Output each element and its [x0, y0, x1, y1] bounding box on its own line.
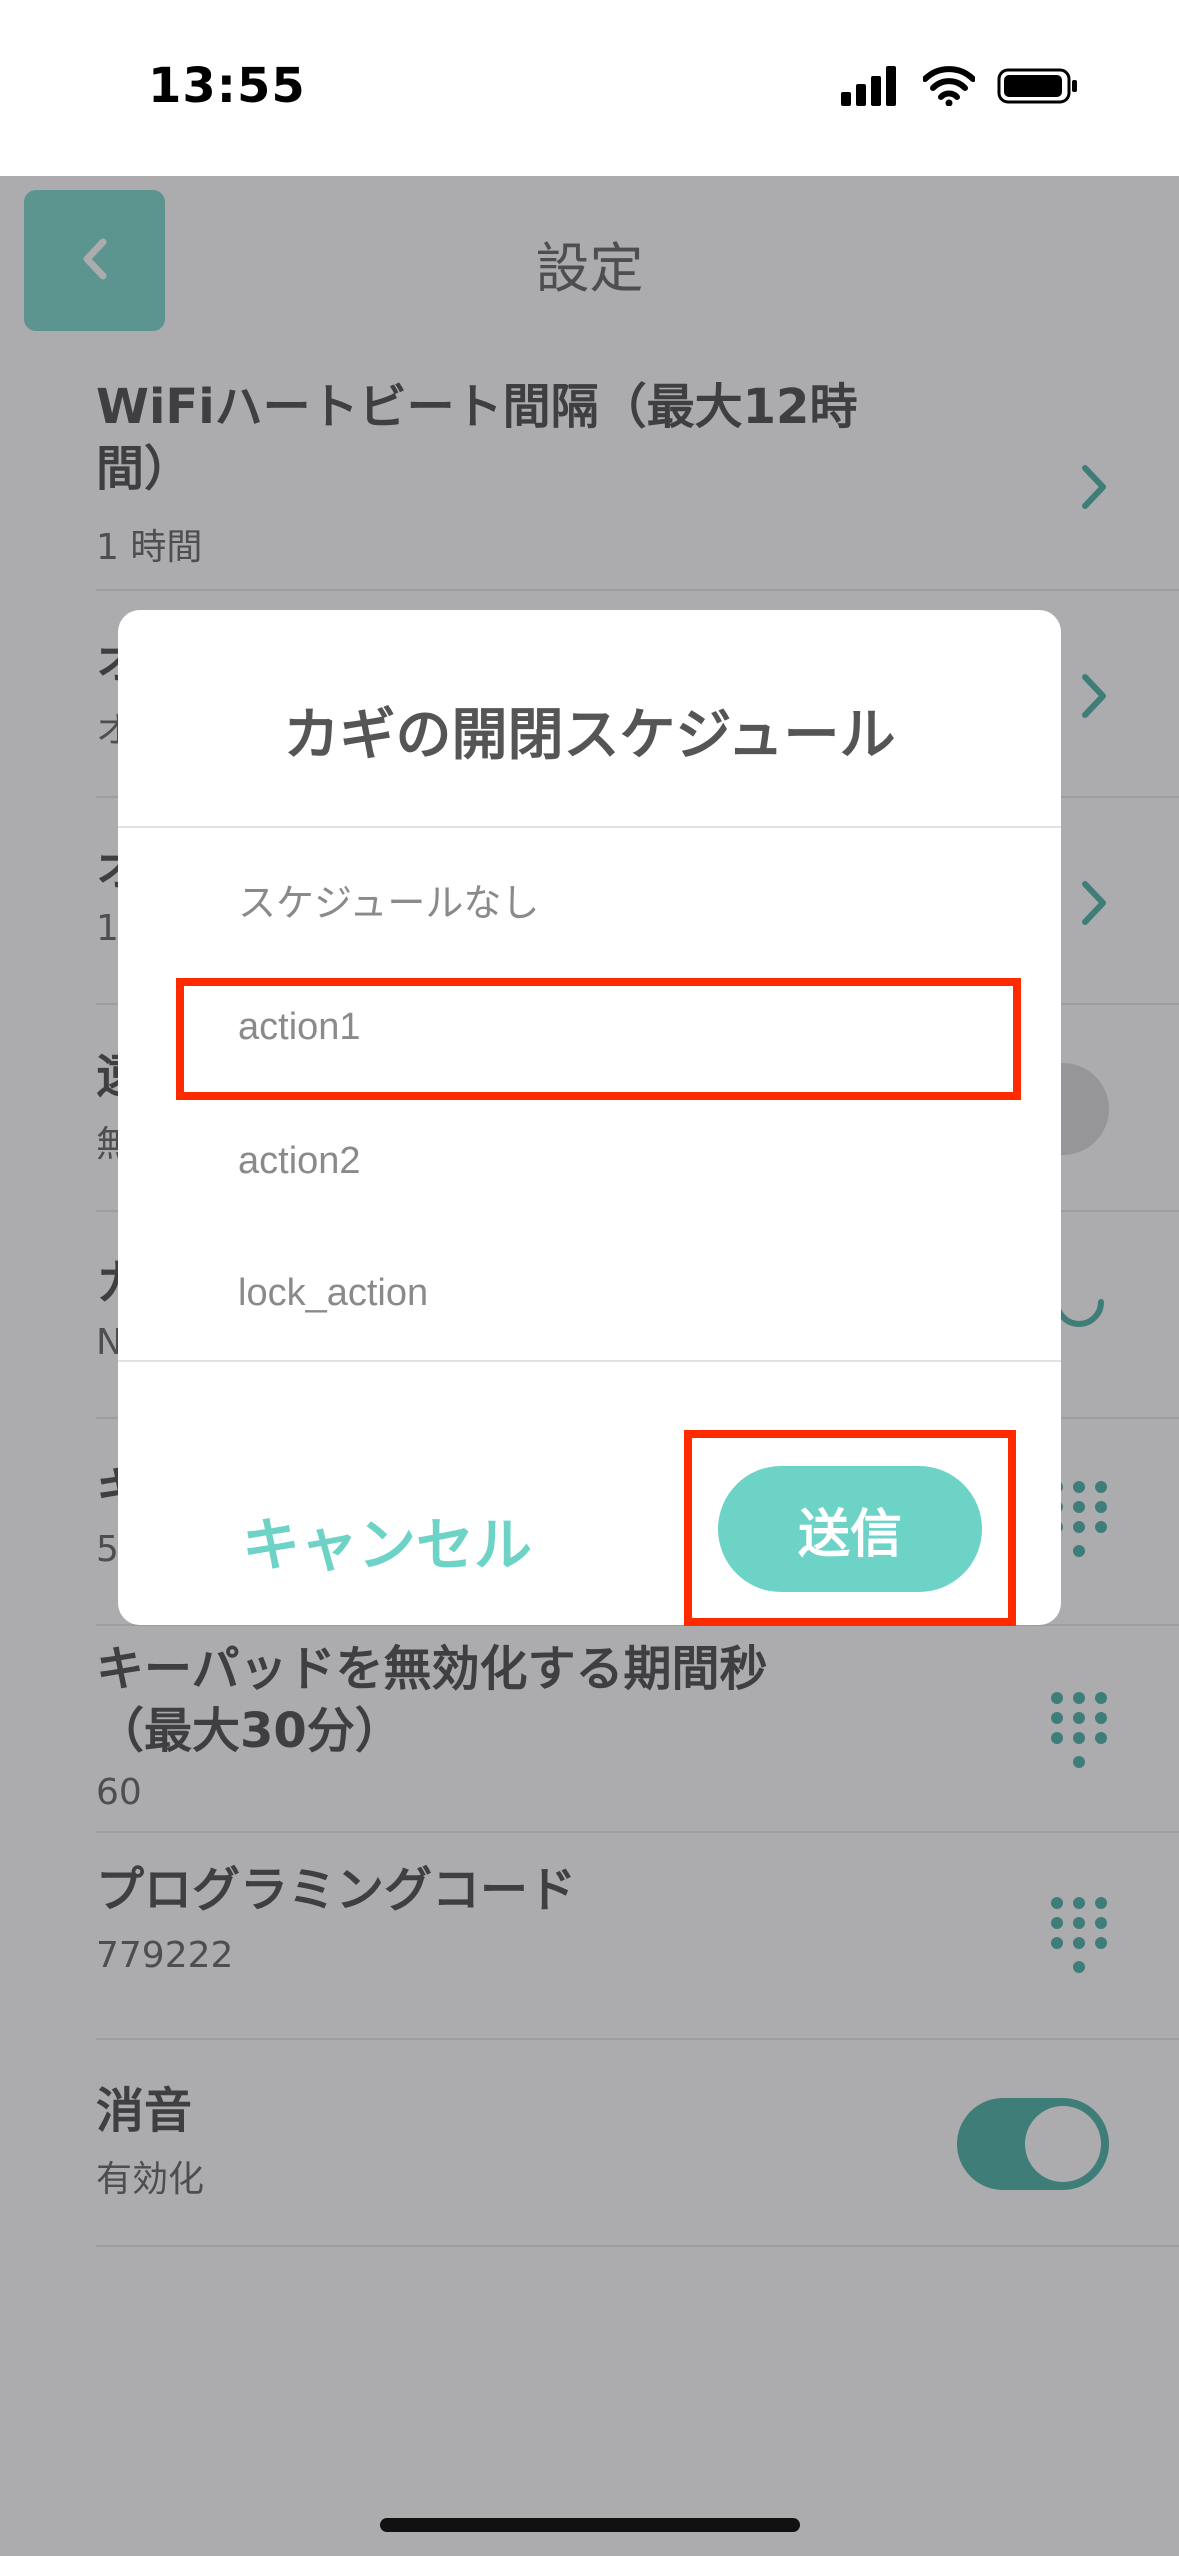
highlight-send-button: [684, 1430, 1016, 1626]
status-bar: 13:55: [0, 0, 1179, 176]
option-action2[interactable]: action2: [238, 1140, 938, 1183]
home-indicator: [380, 2518, 800, 2532]
option-no-schedule[interactable]: スケジュールなし: [238, 872, 938, 927]
status-icons: [841, 66, 1079, 110]
dialog-divider: [118, 1360, 1061, 1362]
status-time: 13:55: [148, 58, 306, 114]
dialog-title: カギの開閉スケジュール: [283, 703, 896, 768]
wifi-icon: [922, 66, 976, 110]
cellular-signal-icon: [841, 66, 901, 110]
option-lock-action[interactable]: lock_action: [238, 1272, 938, 1315]
battery-icon: [997, 66, 1079, 110]
cancel-button[interactable]: キャンセル: [242, 1498, 532, 1582]
dialog-divider: [118, 826, 1061, 828]
highlight-action1: [176, 978, 1021, 1100]
